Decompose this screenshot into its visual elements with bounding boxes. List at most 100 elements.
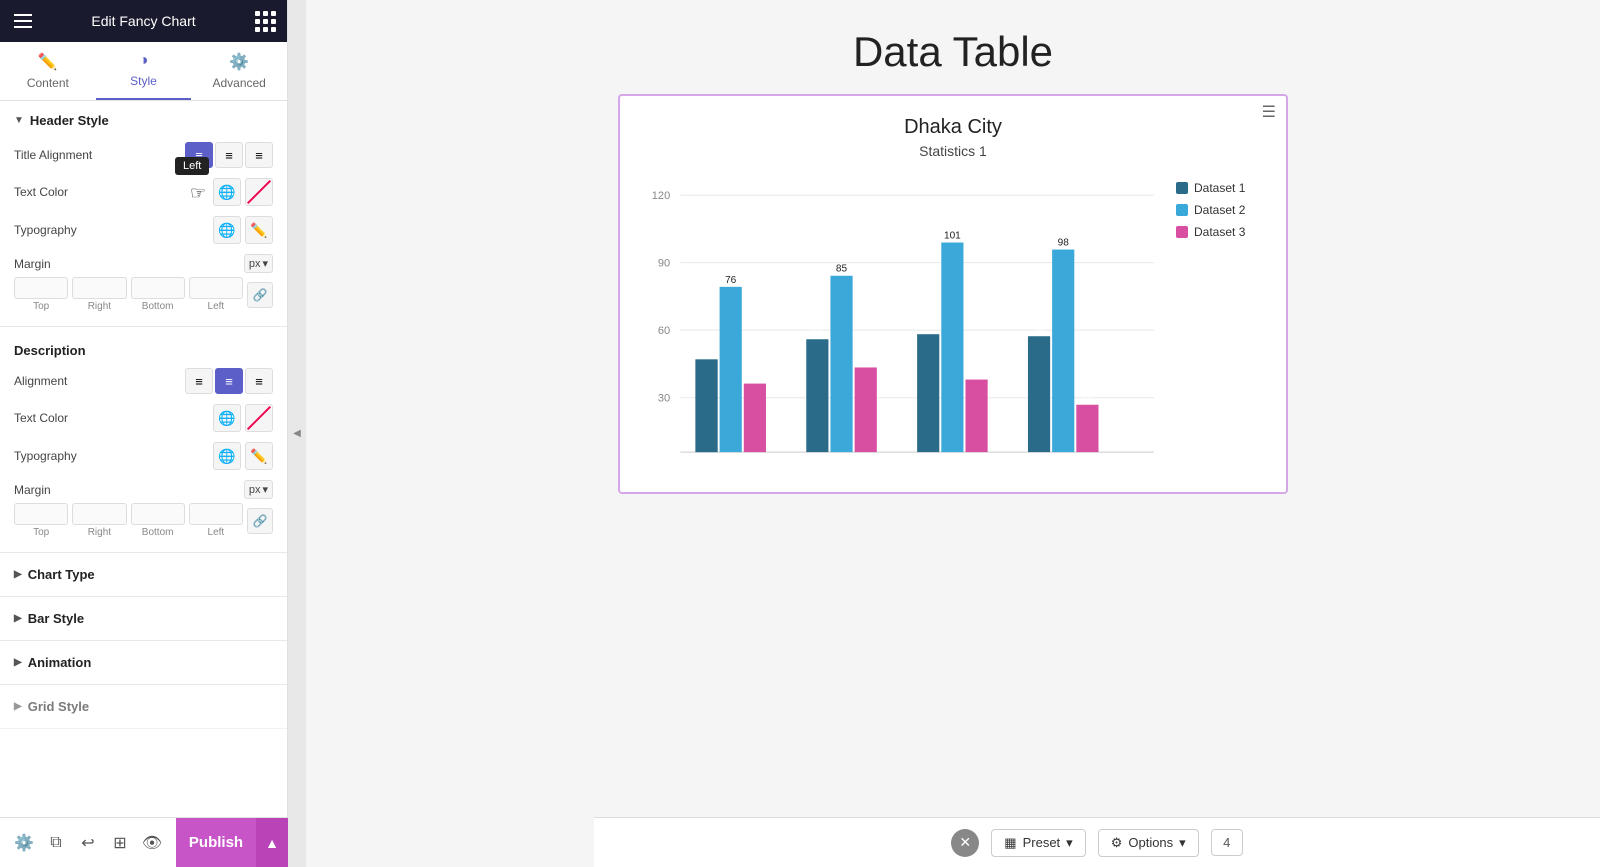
typography-edit-btn[interactable]: ✏️ [245,216,273,244]
duplicate-icon-btn[interactable]: ⊞ [104,827,136,859]
desc-text-color-label: Text Color [14,411,213,425]
desc-margin-link-btn[interactable]: 🔗 [247,508,273,534]
preview-icon-btn[interactable]: 👁 [136,827,168,859]
header-typography-controls: 🌐 ✏️ [213,216,273,244]
panel-collapse-handle[interactable]: ◀ [288,0,306,867]
margin-right-label: Right [88,301,111,312]
margin-left-label: Left [208,301,225,312]
desc-text-color-globe-btn[interactable]: 🌐 [213,404,241,432]
desc-align-center-btn[interactable]: ≡ [215,368,243,394]
chart-menu-icon[interactable]: ☰ [1262,102,1276,122]
chart-type-label: Chart Type [28,567,95,582]
desc-typography-globe-btn[interactable]: 🌐 [213,442,241,470]
publish-chevron[interactable]: ▲ [256,818,288,867]
bar-style-toggle[interactable]: ▶ Bar Style [14,611,273,626]
tab-advanced[interactable]: ⚙️ Advanced [191,42,287,100]
desc-margin-bottom[interactable] [131,503,185,525]
toolbar-preset-btn[interactable]: ▦ Preset ▾ [991,829,1085,857]
desc-margin-unit[interactable]: px ▾ [244,480,273,499]
legend-label-1: Dataset 1 [1194,181,1245,195]
legend-dot-2 [1176,204,1188,216]
panel-header: Edit Fancy Chart [0,0,287,42]
legend-label-3: Dataset 3 [1194,225,1245,239]
tab-style[interactable]: ◑ Style [96,42,192,100]
header-text-color-row: Text Color 🌐 [14,178,273,206]
bar-style-label: Bar Style [28,611,84,626]
left-panel: Edit Fancy Chart ✏️ Content ◑ Style ⚙️ A… [0,0,288,867]
svg-text:90: 90 [658,258,670,270]
animation-arrow: ▶ [14,657,22,668]
main-content: Data Table ☰ Dhaka City Statistics 1 [306,0,1600,867]
header-typography-label: Typography [14,223,213,237]
toolbar-page-number[interactable]: 4 [1211,829,1243,856]
header-style-arrow: ▼ [14,115,24,126]
header-margin-link-btn[interactable]: 🔗 [247,282,273,308]
svg-text:55: 55 [812,327,824,338]
settings-icon-btn[interactable]: ⚙️ [8,827,40,859]
desc-margin-left[interactable] [189,503,243,525]
animation-toggle[interactable]: ▶ Animation [14,655,273,670]
panel-scroll[interactable]: ▼ Header Style Title Alignment ≡ ≡ ≡ Tex… [0,101,287,867]
header-margin-bottom[interactable] [131,277,185,299]
desc-align-left-btn[interactable]: ≡ [185,368,213,394]
toolbar-close-btn[interactable]: ✕ [951,829,979,857]
title-alignment-row: Title Alignment ≡ ≡ ≡ [14,142,273,168]
page-title-area: Data Table [306,0,1600,94]
header-margin-unit[interactable]: px ▾ [244,254,273,273]
header-text-color-controls: 🌐 [213,178,273,206]
header-margin-left[interactable] [189,277,243,299]
desc-margin-right-wrap: Right [72,503,126,538]
typography-globe-btn[interactable]: 🌐 [213,216,241,244]
desc-margin-row: Margin px ▾ [14,480,273,499]
title-alignment-label: Title Alignment [14,148,185,162]
undo-icon-btn[interactable]: ↩ [72,827,104,859]
svg-text:120: 120 [652,190,670,202]
legend-dot-1 [1176,182,1188,194]
description-section: Description Alignment ≡ ≡ ≡ Text Color 🌐 [0,327,287,553]
preset-chevron: ▾ [1066,835,1073,851]
tab-content[interactable]: ✏️ Content [0,42,96,100]
desc-margin-left-label: Left [208,527,225,538]
desc-margin-bottom-label: Bottom [142,527,174,538]
align-right-btn[interactable]: ≡ [245,142,273,168]
chart-plot: 120 90 60 30 44 44 76 [640,175,1164,482]
chart-type-section: ▶ Chart Type [0,553,287,597]
grid-icon[interactable] [255,11,273,32]
bottom-icons: ⚙️ ⧉ ↩ ⊞ 👁 [0,827,176,859]
grid-style-label: Grid Style [28,699,89,714]
header-style-toggle[interactable]: ▼ Header Style [14,113,273,128]
layers-icon-btn[interactable]: ⧉ [40,827,72,859]
grid-style-toggle[interactable]: ▶ Grid Style [14,699,273,714]
svg-text:26: 26 [1082,393,1094,404]
header-margin-inputs: Top Right Bottom Left 🔗 [14,277,273,312]
margin-bottom-wrap: Bottom [131,277,185,312]
desc-text-color-picker-btn[interactable] [245,404,273,432]
chart-legend: Dataset 1 Dataset 2 Dataset 3 [1176,175,1266,247]
animation-label: Animation [28,655,92,670]
desc-margin-top-label: Top [33,527,49,538]
chart-type-toggle[interactable]: ▶ Chart Type [14,567,273,582]
grid-style-arrow: ▶ [14,701,22,712]
bottom-toolbar: ✕ ▦ Preset ▾ ⚙ Options ▾ 4 [594,817,1600,867]
publish-button[interactable]: Publish [176,818,256,867]
hamburger-icon[interactable] [14,14,32,28]
margin-bottom-label: Bottom [142,301,174,312]
desc-margin-top[interactable] [14,503,68,525]
text-color-picker-btn[interactable] [245,178,273,206]
desc-typography-controls: 🌐 ✏️ [213,442,273,470]
chart-container[interactable]: ☰ Dhaka City Statistics 1 120 90 [618,94,1288,494]
align-center-btn[interactable]: ≡ [215,142,243,168]
options-label: Options [1128,835,1173,850]
desc-margin-right[interactable] [72,503,126,525]
align-left-btn[interactable]: ≡ [185,142,213,168]
desc-typography-row: Typography 🌐 ✏️ [14,442,273,470]
desc-align-right-btn[interactable]: ≡ [245,368,273,394]
desc-typography-edit-btn[interactable]: ✏️ [245,442,273,470]
toolbar-options-btn[interactable]: ⚙ Options ▾ [1098,829,1199,857]
advanced-icon: ⚙️ [229,52,249,72]
margin-top-label: Top [33,301,49,312]
text-color-globe-btn[interactable]: 🌐 [213,178,241,206]
desc-margin-left-wrap: Left [189,503,243,538]
header-margin-top[interactable] [14,277,68,299]
header-margin-right[interactable] [72,277,126,299]
